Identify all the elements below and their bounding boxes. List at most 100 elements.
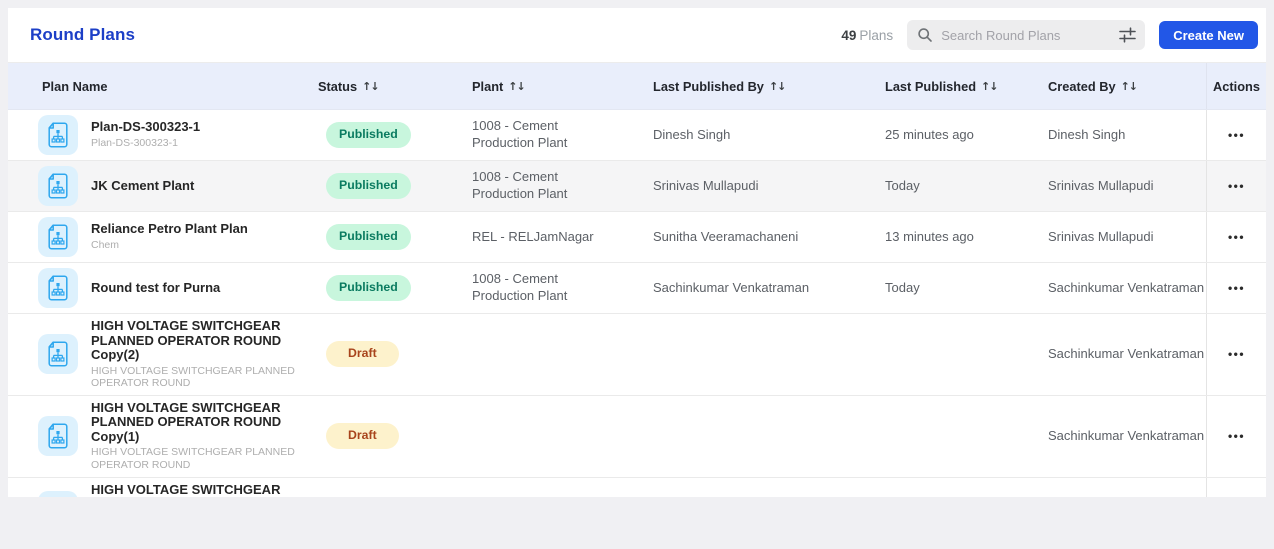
created-by-cell: Srinivas Mullapudi	[1040, 172, 1206, 201]
status-cell: Published	[310, 116, 464, 154]
plan-name: Reliance Petro Plant Plan	[91, 222, 248, 237]
table-row[interactable]: JK Cement Plant Published 1008 - Cement …	[8, 161, 1266, 212]
status-cell: Draft	[310, 335, 464, 373]
status-cell: Draft	[310, 417, 464, 455]
table-row[interactable]: Round test for Purna Published 1008 - Ce…	[8, 263, 1266, 314]
plant-cell: 1008 - Cement Production Plant	[464, 265, 645, 311]
plan-name-cell[interactable]: HIGH VOLTAGE SWITCHGEAR PLANNED OPERATOR…	[30, 314, 310, 395]
plant-cell: 1008 - Cement Production Plant	[464, 163, 645, 209]
status-cell: Published	[310, 218, 464, 256]
last-published-by-cell	[645, 430, 877, 442]
actions-cell: •••	[1206, 314, 1266, 395]
column-header-plant[interactable]: Plant ↑↓	[464, 79, 645, 94]
plan-name-cell[interactable]: Plan-DS-300323-1 Plan-DS-300323-1	[30, 110, 310, 160]
created-by-cell: Sachinkumar Venkatraman	[1040, 274, 1206, 303]
last-published-cell: Today	[877, 274, 1040, 303]
row-actions-menu-button[interactable]: •••	[1224, 424, 1249, 448]
created-by-cell: Srinivas Mullapudi	[1040, 223, 1206, 252]
plant-cell: 1008 - Cement Production Plant	[464, 488, 645, 497]
plan-subtitle: HIGH VOLTAGE SWITCHGEAR PLANNED OPERATOR…	[91, 365, 304, 390]
column-header-created-by[interactable]: Created By ↑↓	[1040, 79, 1206, 94]
table-row[interactable]: HIGH VOLTAGE SWITCHGEAR PLANNED OPERATOR…	[8, 396, 1266, 478]
filter-sliders-icon[interactable]	[1118, 26, 1137, 44]
search-input[interactable]	[941, 28, 1112, 43]
last-published-cell: 13 minutes ago	[877, 223, 1040, 252]
last-published-by-cell: Sachinkumar Venkatraman	[645, 274, 877, 303]
table-header-row: Plan Name Status ↑↓ Plant ↑↓ Last Publis…	[8, 63, 1266, 110]
last-published-cell	[877, 348, 1040, 360]
table-row[interactable]: HIGH VOLTAGE SWITCHGEAR PLANNED OPERATOR…	[8, 314, 1266, 396]
sort-icon[interactable]: ↑↓	[981, 80, 997, 93]
actions-cell: •••	[1206, 212, 1266, 262]
last-published-by-cell: Sunitha Veeramachaneni	[645, 223, 877, 252]
sort-icon[interactable]: ↑↓	[362, 80, 378, 93]
last-published-by-cell: Dinesh Singh	[645, 121, 877, 150]
plan-count: 49Plans	[841, 28, 893, 43]
last-published-by-cell: Srinivas Mullapudi	[645, 172, 877, 201]
last-published-by-cell: Sachinkumar Venkatraman	[645, 496, 877, 497]
actions-cell: •••	[1206, 396, 1266, 477]
column-header-status[interactable]: Status ↑↓	[310, 79, 464, 94]
created-by-cell: Dinesh Singh	[1040, 121, 1206, 150]
actions-cell: •••	[1206, 478, 1266, 497]
plan-name: Plan-DS-300323-1	[91, 120, 200, 135]
created-by-cell: Sachinkumar Venkatraman	[1040, 340, 1206, 369]
plan-document-icon	[38, 491, 78, 497]
created-by-cell: Sachinkumar Venkatraman	[1040, 496, 1206, 497]
sort-icon[interactable]: ↑↓	[769, 80, 785, 93]
status-cell: Published	[310, 269, 464, 307]
column-header-last-published[interactable]: Last Published ↑↓	[877, 79, 1040, 94]
table-body: Plan-DS-300323-1 Plan-DS-300323-1 Publis…	[8, 110, 1266, 497]
table-row[interactable]: Plan-DS-300323-1 Plan-DS-300323-1 Publis…	[8, 110, 1266, 161]
plan-document-icon	[38, 416, 78, 456]
row-actions-menu-button[interactable]: •••	[1224, 174, 1249, 198]
last-published-cell: Today	[877, 172, 1040, 201]
last-published-cell: Today	[877, 496, 1040, 497]
plan-name-cell[interactable]: Round test for Purna	[30, 263, 310, 313]
status-badge: Draft	[326, 423, 399, 449]
plan-document-icon	[38, 217, 78, 257]
plan-document-icon	[38, 268, 78, 308]
create-new-button[interactable]: Create New	[1159, 21, 1258, 49]
status-cell: Published	[310, 492, 464, 497]
column-header-plan-name: Plan Name	[30, 79, 310, 94]
search-box[interactable]	[907, 20, 1145, 50]
row-actions-menu-button[interactable]: •••	[1224, 225, 1249, 249]
round-plans-panel: Round Plans 49Plans Create New Plan Name…	[8, 8, 1266, 497]
column-header-last-published-by[interactable]: Last Published By ↑↓	[645, 79, 877, 94]
sort-icon[interactable]: ↑↓	[508, 80, 524, 93]
plan-name: HIGH VOLTAGE SWITCHGEAR PLANNED OPERATOR…	[91, 319, 304, 363]
page-title: Round Plans	[30, 25, 135, 45]
row-actions-menu-button[interactable]: •••	[1224, 123, 1249, 147]
last-published-cell: 25 minutes ago	[877, 121, 1040, 150]
plan-name-cell[interactable]: JK Cement Plant	[30, 161, 310, 211]
plan-name-cell[interactable]: HIGH VOLTAGE SWITCHGEAR PLANNED OPERATOR…	[30, 396, 310, 477]
plan-subtitle: Plan-DS-300323-1	[91, 137, 200, 150]
plan-name: Round test for Purna	[91, 281, 220, 296]
created-by-cell: Sachinkumar Venkatraman	[1040, 422, 1206, 451]
row-actions-menu-button[interactable]: •••	[1224, 276, 1249, 300]
plan-name-cell[interactable]: HIGH VOLTAGE SWITCHGEAR PLANNED OPERATOR…	[30, 478, 310, 497]
plan-name: HIGH VOLTAGE SWITCHGEAR PLANNED OPERATOR…	[91, 483, 304, 497]
plan-document-icon	[38, 166, 78, 206]
status-badge: Published	[326, 122, 411, 148]
table-row[interactable]: Reliance Petro Plant Plan Chem Published…	[8, 212, 1266, 263]
row-actions-menu-button[interactable]: •••	[1224, 342, 1249, 366]
search-icon	[917, 27, 933, 43]
plan-subtitle: Chem	[91, 239, 248, 252]
plan-count-label: Plans	[859, 28, 893, 43]
column-header-actions: Actions	[1206, 63, 1266, 109]
plan-name-cell[interactable]: Reliance Petro Plant Plan Chem	[30, 212, 310, 262]
table-row[interactable]: HIGH VOLTAGE SWITCHGEAR PLANNED OPERATOR…	[8, 478, 1266, 497]
actions-cell: •••	[1206, 161, 1266, 211]
sort-icon[interactable]: ↑↓	[1121, 80, 1137, 93]
actions-cell: •••	[1206, 110, 1266, 160]
plan-document-icon	[38, 115, 78, 155]
plan-count-number: 49	[841, 28, 856, 43]
status-badge: Published	[326, 275, 411, 301]
plan-name: HIGH VOLTAGE SWITCHGEAR PLANNED OPERATOR…	[91, 401, 304, 445]
status-badge: Draft	[326, 341, 399, 367]
plan-subtitle: HIGH VOLTAGE SWITCHGEAR PLANNED OPERATOR…	[91, 446, 304, 471]
actions-cell: •••	[1206, 263, 1266, 313]
plant-cell: 1008 - Cement Production Plant	[464, 112, 645, 158]
